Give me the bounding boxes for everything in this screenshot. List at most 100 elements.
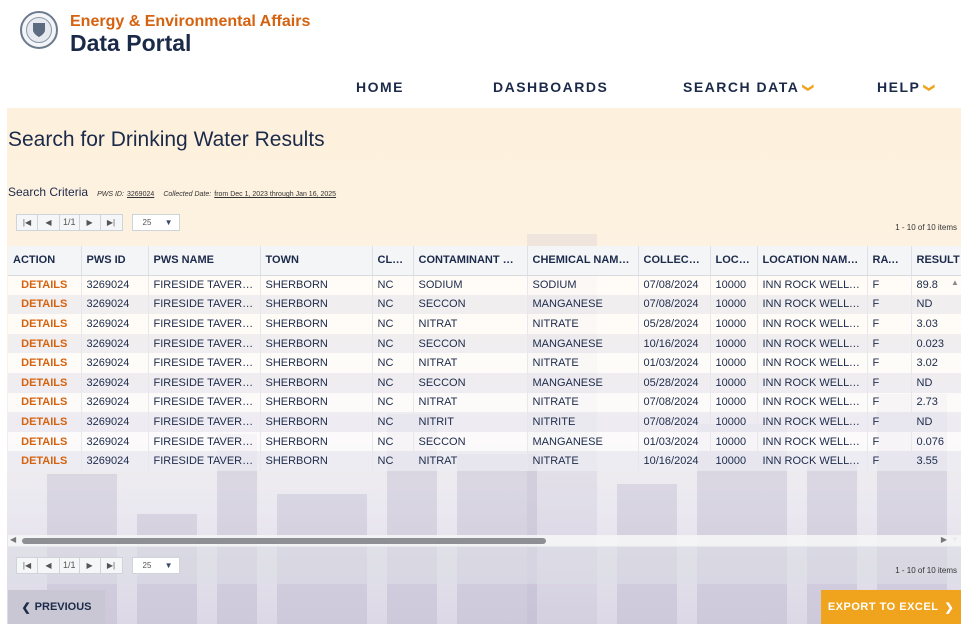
table-cell: SHERBORN [260, 431, 373, 452]
table-cell: 10000 [710, 392, 758, 413]
brand-agency[interactable]: Energy & Environmental Affairs [70, 13, 310, 31]
table-cell: NITRAT [413, 314, 528, 334]
nav-dashboards-label: DASHBOARDS [493, 79, 609, 95]
col-header[interactable]: CHEMICAL NAME ... [527, 246, 639, 276]
col-header[interactable]: TOWN [260, 246, 373, 276]
table-cell: SHERBORN [260, 372, 373, 393]
table-cell: 07/08/2024 [638, 275, 711, 295]
col-header[interactable]: RAW ... [867, 246, 912, 276]
scroll-up-icon[interactable]: ▲ [951, 278, 959, 287]
table-cell: FIRESIDE TAVERN ... [148, 372, 261, 393]
details-link[interactable]: DETAILS [8, 353, 82, 373]
table-cell: 10000 [710, 275, 758, 295]
table-cell: FIRESIDE TAVERN ... [148, 353, 261, 373]
details-link[interactable]: DETAILS [8, 412, 82, 432]
details-link[interactable]: DETAILS [8, 333, 82, 354]
scroll-right-icon[interactable]: ▶ [941, 535, 947, 544]
nav-dashboards[interactable]: DASHBOARDS [493, 79, 608, 95]
table-cell: F [867, 372, 912, 393]
table-cell: 3269024 [81, 372, 149, 393]
table-cell: 10000 [710, 333, 758, 354]
table-cell: F [867, 412, 912, 432]
table-cell: INN ROCK WELL #1 [757, 294, 868, 315]
prev-page-icon[interactable]: ◀ [38, 213, 60, 231]
details-link[interactable]: DETAILS [8, 275, 82, 295]
table-cell: NITRAT [413, 451, 528, 471]
previous-button[interactable]: ❮ PREVIOUS [8, 590, 105, 624]
nav-search-data[interactable]: SEARCH DATA ❯ [683, 79, 814, 95]
chevron-right-icon: ❯ [944, 601, 955, 614]
col-header[interactable]: LOCATION NAME ... [757, 246, 868, 276]
col-header[interactable]: CONTAMINANT GR... [413, 246, 528, 276]
details-link[interactable]: DETAILS [8, 431, 82, 452]
table-cell: 3269024 [81, 333, 149, 354]
col-header[interactable]: LOCA... [710, 246, 758, 276]
details-link[interactable]: DETAILS [8, 392, 82, 413]
last-page-icon[interactable]: ▶| [100, 213, 123, 231]
chevron-down-icon: ❯ [923, 83, 936, 94]
table-cell: FIRESIDE TAVERN ... [148, 333, 261, 354]
table-cell: 07/08/2024 [638, 392, 711, 413]
table-cell: NC [372, 333, 414, 354]
export-to-excel-button[interactable]: EXPORT TO EXCEL ❯ [821, 590, 961, 624]
table-cell: F [867, 333, 912, 354]
table-cell: NITRATE [527, 353, 639, 373]
pws-id-value[interactable]: 3269024 [127, 191, 154, 198]
table-cell: FIRESIDE TAVERN ... [148, 431, 261, 452]
page-size-value: 25 [142, 560, 152, 570]
table-cell: NC [372, 412, 414, 432]
table-cell: 3269024 [81, 314, 149, 334]
next-page-icon[interactable]: ▶ [78, 213, 101, 231]
collected-date-key: Collected Date: [163, 191, 212, 198]
col-header[interactable]: PWS ID [81, 246, 149, 276]
details-link[interactable]: DETAILS [8, 294, 82, 315]
col-header[interactable]: PWS NAME [148, 246, 261, 276]
nav-help[interactable]: HELP ❯ [877, 79, 935, 95]
table-cell: NC [372, 451, 414, 471]
chevron-down-icon: ▼ [164, 560, 173, 570]
pws-id-key: PWS ID: [97, 191, 124, 198]
results-table: ACTION PWS ID PWS NAME TOWN CLAS... CONT… [8, 246, 961, 471]
brand-portal[interactable]: Data Portal [70, 30, 191, 57]
page-size-select[interactable]: 25 ▼ [131, 213, 180, 231]
table-cell: 10000 [710, 412, 758, 432]
nav-home[interactable]: HOME [356, 79, 404, 95]
table-cell: NC [372, 392, 414, 413]
table-cell: MANGANESE [527, 294, 639, 315]
table-cell: SODIUM [413, 275, 528, 295]
table-row: DETAILS 3269024 FIRESIDE TAVERN ... SHERBOR… [8, 451, 961, 471]
first-page-icon[interactable]: |◀ [16, 556, 38, 574]
scrollbar-thumb[interactable] [22, 538, 546, 544]
col-header[interactable]: ACTION [8, 246, 82, 276]
table-cell: 05/28/2024 [638, 314, 711, 334]
table-row: DETAILS 3269024 FIRESIDE TAVERN ... SHERBOR… [8, 412, 961, 432]
table-cell: F [867, 431, 912, 452]
table-cell: SECCON [413, 431, 528, 452]
prev-page-icon[interactable]: ◀ [38, 556, 60, 574]
collected-date-value[interactable]: from Dec 1, 2023 through Jan 16, 2025 [214, 191, 336, 198]
next-page-icon[interactable]: ▶ [78, 556, 101, 574]
nav-search-data-label: SEARCH DATA [683, 79, 800, 95]
table-cell: 3269024 [81, 412, 149, 432]
table-cell: NC [372, 314, 414, 334]
col-header[interactable]: COLLECTE... [638, 246, 711, 276]
state-seal-logo[interactable] [20, 11, 58, 49]
details-link[interactable]: DETAILS [8, 451, 82, 471]
table-cell: 10/16/2024 [638, 333, 711, 354]
col-header[interactable]: RESULT [911, 246, 961, 276]
scroll-left-icon[interactable]: ◀ [10, 535, 16, 544]
first-page-icon[interactable]: |◀ [16, 213, 38, 231]
table-row: DETAILS 3269024 FIRESIDE TAVERN ... SHERBOR… [8, 372, 961, 393]
details-link[interactable]: DETAILS [8, 314, 82, 334]
table-cell: NC [372, 294, 414, 315]
page-size-select[interactable]: 25 ▼ [131, 556, 180, 574]
col-header[interactable]: CLAS... [372, 246, 414, 276]
details-link[interactable]: DETAILS [8, 372, 82, 393]
table-cell: F [867, 275, 912, 295]
table-cell: INN ROCK WELL #1 [757, 353, 868, 373]
table-cell: INN ROCK WELL #1 [757, 275, 868, 295]
site-header: Energy & Environmental Affairs Data Port… [0, 0, 961, 108]
vertical-scrollbar[interactable]: ▲ ▼ [949, 276, 961, 546]
last-page-icon[interactable]: ▶| [100, 556, 123, 574]
table-cell: 3269024 [81, 275, 149, 295]
